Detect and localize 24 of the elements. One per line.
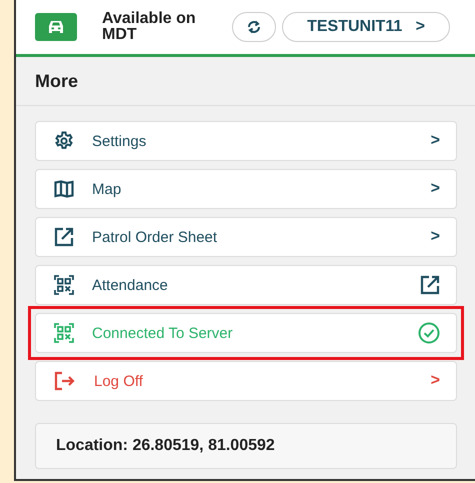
external-link-icon (420, 275, 440, 295)
location-text: Location: 26.80519, 81.00592 (35, 423, 457, 469)
logout-icon (54, 371, 76, 391)
chevron-icon: > (430, 372, 440, 390)
section-title: More (16, 57, 475, 106)
menu-item[interactable]: Log Off > (35, 361, 457, 401)
external-link-icon (54, 227, 74, 247)
chevron-icon: > (430, 132, 440, 150)
qr-code-icon (54, 275, 74, 295)
sync-icon (246, 19, 262, 35)
check-circle-icon (418, 322, 440, 344)
chevron-icon: > (430, 228, 440, 246)
menu-item[interactable]: Map > (35, 169, 457, 209)
menu-item[interactable]: Attendance (35, 265, 457, 305)
sync-button[interactable] (232, 12, 276, 42)
unit-button[interactable]: TESTUNIT11 > (282, 12, 450, 42)
chevron-icon: > (430, 180, 440, 198)
menu-item[interactable]: Settings > (35, 121, 457, 161)
qr-code-icon (54, 323, 74, 343)
menu-item[interactable]: Patrol Order Sheet > (35, 217, 457, 257)
gear-icon (54, 131, 74, 151)
status-text: Available on MDT (102, 11, 197, 43)
car-icon (35, 13, 77, 41)
map-icon (54, 180, 74, 198)
